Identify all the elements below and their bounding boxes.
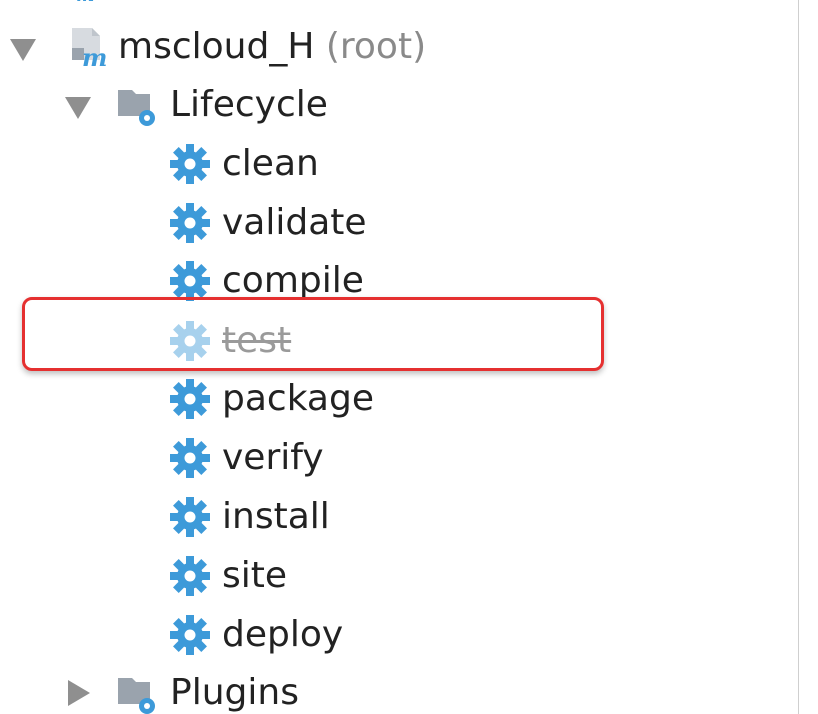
folder-gear-icon [118, 90, 155, 126]
lifecycle-goal-verify[interactable]: verify [168, 433, 324, 483]
gear-icon [170, 379, 210, 419]
goal-label: install [222, 496, 330, 537]
lifecycle-goal-package[interactable]: package [168, 374, 374, 424]
goal-label: site [222, 555, 288, 596]
project-name: mscloud_H [118, 26, 315, 67]
goal-label: validate [222, 202, 367, 243]
lifecycle-goal-validate[interactable]: validate [168, 198, 367, 248]
expand-arrow-icon[interactable] [65, 97, 91, 119]
collapse-arrow-icon[interactable] [68, 680, 90, 706]
gear-icon [170, 497, 210, 537]
gear-icon [170, 438, 210, 478]
maven-module-icon: m [76, 0, 94, 6]
lifecycle-goal-deploy[interactable]: deploy [168, 610, 343, 660]
lifecycle-goal-site[interactable]: site [168, 551, 287, 601]
svg-text:m: m [76, 0, 94, 6]
gear-icon [170, 556, 210, 596]
project-label: mscloud_H (root) [118, 22, 426, 72]
goal-label: package [222, 378, 374, 419]
goal-label: verify [222, 437, 324, 478]
gear-icon [170, 144, 210, 184]
gear-icon [170, 203, 210, 243]
goal-label: deploy [222, 614, 344, 655]
lifecycle-goal-clean[interactable]: clean [168, 139, 319, 189]
svg-text:m: m [82, 43, 107, 68]
gear-icon [170, 615, 210, 655]
maven-module-icon: m [72, 28, 107, 68]
tree-item-partial: m [62, 0, 736, 12]
goal-label: clean [222, 143, 319, 184]
panel-divider [798, 0, 799, 714]
expand-arrow-icon[interactable] [10, 39, 36, 61]
maven-projects-tree: m m mscloud_H (root) Lifecycle [0, 0, 818, 714]
folder-gear-icon [118, 678, 155, 714]
lifecycle-label: Lifecycle [170, 84, 328, 125]
highlight-box [22, 297, 604, 371]
plugins-label: Plugins [170, 672, 299, 713]
lifecycle-goal-install[interactable]: install [168, 492, 330, 542]
project-suffix: (root) [325, 26, 427, 67]
